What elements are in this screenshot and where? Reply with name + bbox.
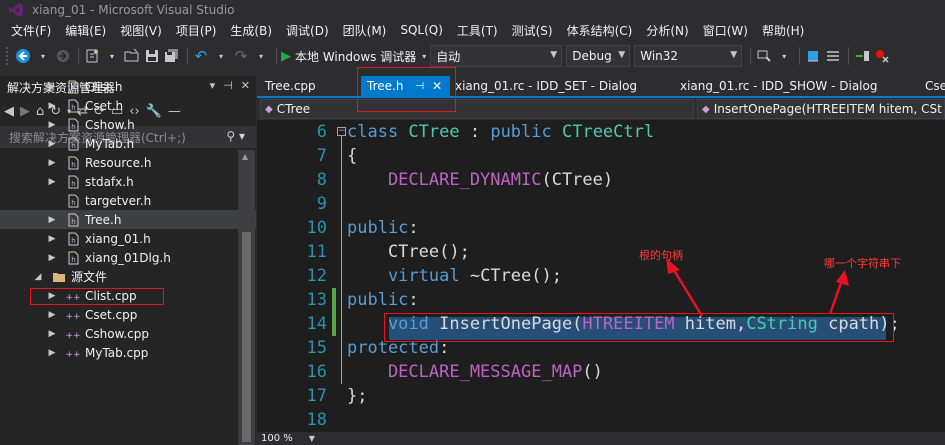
zoom-level[interactable]: 100 % (261, 433, 293, 444)
editor-zoom-bar: 100 % ▼ (257, 432, 945, 445)
chevron-down-icon[interactable]: ▼ (309, 434, 315, 443)
annotation-arrow-right (828, 270, 849, 315)
annotation-arrow-left (666, 258, 704, 317)
annotation-arrows (666, 258, 849, 317)
